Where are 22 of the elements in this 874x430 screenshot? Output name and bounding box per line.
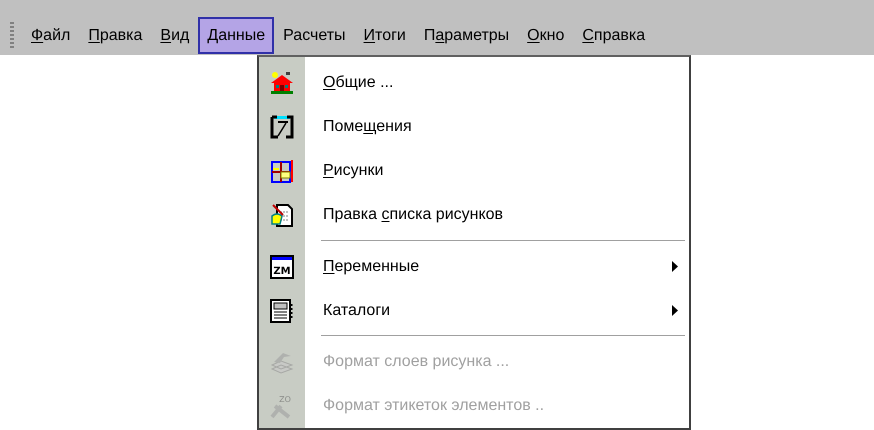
menu-item[interactable]: Помещения — [305, 105, 661, 149]
menu-item[interactable]: Правка списка рисунков — [305, 193, 661, 237]
house-icon — [269, 70, 295, 96]
menu-bar-item[interactable]: Правка — [79, 17, 152, 54]
menu-bar-item[interactable]: Итоги — [354, 17, 415, 54]
menu-bar-item[interactable]: Окно — [518, 17, 574, 54]
icon-text: ZO — [279, 395, 291, 404]
menu-bar-item[interactable]: Файл — [22, 17, 80, 54]
menu-item[interactable]: Рисунки — [305, 149, 661, 193]
menu-bar-item[interactable]: Расчеты — [274, 17, 355, 54]
menu-bar-item[interactable]: Параметры — [414, 17, 518, 54]
menu-bar-item[interactable]: Данные — [198, 17, 274, 54]
toolbar-grip — [10, 22, 14, 48]
edit-list-icon — [269, 202, 295, 228]
menu-item[interactable]: Переменные — [305, 244, 661, 288]
drawings-icon — [269, 158, 295, 184]
icon-text: ZM — [273, 266, 291, 276]
menu-bar-item[interactable]: Справка — [573, 17, 654, 54]
menu-bar-item[interactable]: Вид — [151, 17, 198, 54]
menu-item[interactable]: Общие ... — [305, 61, 661, 105]
menu-item[interactable]: Каталоги — [305, 288, 661, 332]
catalog-icon — [269, 298, 295, 324]
